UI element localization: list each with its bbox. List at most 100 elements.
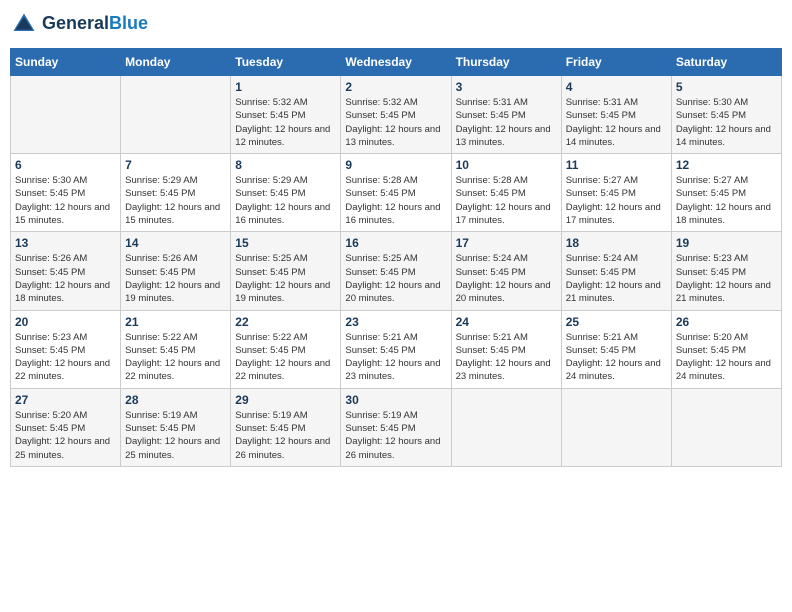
day-number: 22	[235, 315, 336, 329]
calendar-cell: 5Sunrise: 5:30 AMSunset: 5:45 PMDaylight…	[671, 76, 781, 154]
day-info: Sunrise: 5:21 AMSunset: 5:45 PMDaylight:…	[566, 331, 667, 384]
day-info: Sunrise: 5:26 AMSunset: 5:45 PMDaylight:…	[125, 252, 226, 305]
day-info: Sunrise: 5:23 AMSunset: 5:45 PMDaylight:…	[15, 331, 116, 384]
day-number: 9	[345, 158, 446, 172]
calendar-cell	[561, 388, 671, 466]
calendar-cell: 8 Sunrise: 5:29 AMSunset: 5:45 PMDaylight…	[231, 154, 341, 232]
day-info: Sunrise: 5:23 AMSunset: 5:45 PMDaylight:…	[676, 252, 777, 305]
calendar-week-3: 13 Sunrise: 5:26 AMSunset: 5:45 PMDayligh…	[11, 232, 782, 310]
day-info: Sunrise: 5:20 AMSunset: 5:45 PMDaylight:…	[676, 331, 777, 384]
calendar-cell: 18 Sunrise: 5:24 AMSunset: 5:45 PMDayligh…	[561, 232, 671, 310]
day-number: 2	[345, 80, 446, 94]
day-info: Sunrise: 5:28 AMSunset: 5:45 PMDaylight:…	[345, 174, 446, 227]
calendar-cell: 25 Sunrise: 5:21 AMSunset: 5:45 PMDayligh…	[561, 310, 671, 388]
calendar-week-4: 20 Sunrise: 5:23 AMSunset: 5:45 PMDayligh…	[11, 310, 782, 388]
logo: GeneralBlue	[10, 10, 148, 38]
calendar-cell: 17 Sunrise: 5:24 AMSunset: 5:45 PMDayligh…	[451, 232, 561, 310]
day-number: 21	[125, 315, 226, 329]
day-info: Sunrise: 5:22 AMSunset: 5:45 PMDaylight:…	[235, 331, 336, 384]
day-header-wednesday: Wednesday	[341, 49, 451, 76]
calendar-cell: 30 Sunrise: 5:19 AMSunset: 5:45 PMDayligh…	[341, 388, 451, 466]
day-header-saturday: Saturday	[671, 49, 781, 76]
day-number: 30	[345, 393, 446, 407]
day-info: Sunrise: 5:32 AMSunset: 5:45 PMDaylight:…	[235, 96, 336, 149]
calendar-header-row: SundayMondayTuesdayWednesdayThursdayFrid…	[11, 49, 782, 76]
calendar-cell: 3Sunrise: 5:31 AMSunset: 5:45 PMDaylight…	[451, 76, 561, 154]
day-number: 26	[676, 315, 777, 329]
calendar-cell: 26 Sunrise: 5:20 AMSunset: 5:45 PMDayligh…	[671, 310, 781, 388]
day-info: Sunrise: 5:20 AMSunset: 5:45 PMDaylight:…	[15, 409, 116, 462]
day-info: Sunrise: 5:31 AMSunset: 5:45 PMDaylight:…	[566, 96, 667, 149]
day-header-thursday: Thursday	[451, 49, 561, 76]
day-number: 24	[456, 315, 557, 329]
day-number: 16	[345, 236, 446, 250]
calendar-week-2: 6 Sunrise: 5:30 AMSunset: 5:45 PMDaylight…	[11, 154, 782, 232]
page: GeneralBlue SundayMondayTuesdayWednesday…	[0, 0, 792, 612]
calendar-cell: 7 Sunrise: 5:29 AMSunset: 5:45 PMDaylight…	[121, 154, 231, 232]
day-number: 17	[456, 236, 557, 250]
calendar-cell: 12Sunrise: 5:27 AMSunset: 5:45 PMDayligh…	[671, 154, 781, 232]
day-number: 28	[125, 393, 226, 407]
day-info: Sunrise: 5:27 AMSunset: 5:45 PMDaylight:…	[566, 174, 667, 227]
day-info: Sunrise: 5:29 AMSunset: 5:45 PMDaylight:…	[125, 174, 226, 227]
day-number: 19	[676, 236, 777, 250]
day-number: 11	[566, 158, 667, 172]
calendar-cell	[671, 388, 781, 466]
day-info: Sunrise: 5:32 AMSunset: 5:45 PMDaylight:…	[345, 96, 446, 149]
calendar-cell: 6 Sunrise: 5:30 AMSunset: 5:45 PMDaylight…	[11, 154, 121, 232]
day-info: Sunrise: 5:22 AMSunset: 5:45 PMDaylight:…	[125, 331, 226, 384]
day-number: 25	[566, 315, 667, 329]
day-info: Sunrise: 5:30 AMSunset: 5:45 PMDaylight:…	[15, 174, 116, 227]
day-number: 20	[15, 315, 116, 329]
day-info: Sunrise: 5:24 AMSunset: 5:45 PMDaylight:…	[456, 252, 557, 305]
day-number: 5	[676, 80, 777, 94]
day-info: Sunrise: 5:26 AMSunset: 5:45 PMDaylight:…	[15, 252, 116, 305]
calendar-cell	[11, 76, 121, 154]
day-info: Sunrise: 5:25 AMSunset: 5:45 PMDaylight:…	[235, 252, 336, 305]
logo-general: General	[42, 13, 109, 33]
day-header-tuesday: Tuesday	[231, 49, 341, 76]
day-info: Sunrise: 5:21 AMSunset: 5:45 PMDaylight:…	[345, 331, 446, 384]
calendar-week-1: 1 Sunrise: 5:32 AMSunset: 5:45 PMDaylight…	[11, 76, 782, 154]
day-number: 14	[125, 236, 226, 250]
logo-blue: Blue	[109, 13, 148, 33]
day-info: Sunrise: 5:24 AMSunset: 5:45 PMDaylight:…	[566, 252, 667, 305]
day-info: Sunrise: 5:27 AMSunset: 5:45 PMDaylight:…	[676, 174, 777, 227]
day-info: Sunrise: 5:31 AMSunset: 5:45 PMDaylight:…	[456, 96, 557, 149]
calendar-cell	[451, 388, 561, 466]
calendar-cell: 27 Sunrise: 5:20 AMSunset: 5:45 PMDayligh…	[11, 388, 121, 466]
calendar-cell: 4Sunrise: 5:31 AMSunset: 5:45 PMDaylight…	[561, 76, 671, 154]
calendar-cell: 21 Sunrise: 5:22 AMSunset: 5:45 PMDayligh…	[121, 310, 231, 388]
day-header-sunday: Sunday	[11, 49, 121, 76]
day-number: 1	[235, 80, 336, 94]
calendar-cell: 9 Sunrise: 5:28 AMSunset: 5:45 PMDaylight…	[341, 154, 451, 232]
calendar-cell: 15 Sunrise: 5:25 AMSunset: 5:45 PMDayligh…	[231, 232, 341, 310]
calendar-cell: 1 Sunrise: 5:32 AMSunset: 5:45 PMDaylight…	[231, 76, 341, 154]
calendar-cell: 10 Sunrise: 5:28 AMSunset: 5:45 PMDayligh…	[451, 154, 561, 232]
logo-icon	[10, 10, 38, 38]
day-number: 18	[566, 236, 667, 250]
day-info: Sunrise: 5:19 AMSunset: 5:45 PMDaylight:…	[345, 409, 446, 462]
day-info: Sunrise: 5:19 AMSunset: 5:45 PMDaylight:…	[125, 409, 226, 462]
day-number: 27	[15, 393, 116, 407]
calendar-cell: 24Sunrise: 5:21 AMSunset: 5:45 PMDayligh…	[451, 310, 561, 388]
calendar-cell: 11 Sunrise: 5:27 AMSunset: 5:45 PMDayligh…	[561, 154, 671, 232]
day-number: 15	[235, 236, 336, 250]
day-number: 6	[15, 158, 116, 172]
calendar-cell: 2 Sunrise: 5:32 AMSunset: 5:45 PMDaylight…	[341, 76, 451, 154]
day-number: 7	[125, 158, 226, 172]
day-number: 8	[235, 158, 336, 172]
day-number: 29	[235, 393, 336, 407]
day-number: 23	[345, 315, 446, 329]
calendar-cell: 29Sunrise: 5:19 AMSunset: 5:45 PMDayligh…	[231, 388, 341, 466]
calendar-cell: 16 Sunrise: 5:25 AMSunset: 5:45 PMDayligh…	[341, 232, 451, 310]
day-header-friday: Friday	[561, 49, 671, 76]
calendar-cell: 23 Sunrise: 5:21 AMSunset: 5:45 PMDayligh…	[341, 310, 451, 388]
day-header-monday: Monday	[121, 49, 231, 76]
day-info: Sunrise: 5:25 AMSunset: 5:45 PMDaylight:…	[345, 252, 446, 305]
day-info: Sunrise: 5:28 AMSunset: 5:45 PMDaylight:…	[456, 174, 557, 227]
calendar-cell: 14 Sunrise: 5:26 AMSunset: 5:45 PMDayligh…	[121, 232, 231, 310]
day-number: 13	[15, 236, 116, 250]
day-number: 10	[456, 158, 557, 172]
day-info: Sunrise: 5:29 AMSunset: 5:45 PMDaylight:…	[235, 174, 336, 227]
